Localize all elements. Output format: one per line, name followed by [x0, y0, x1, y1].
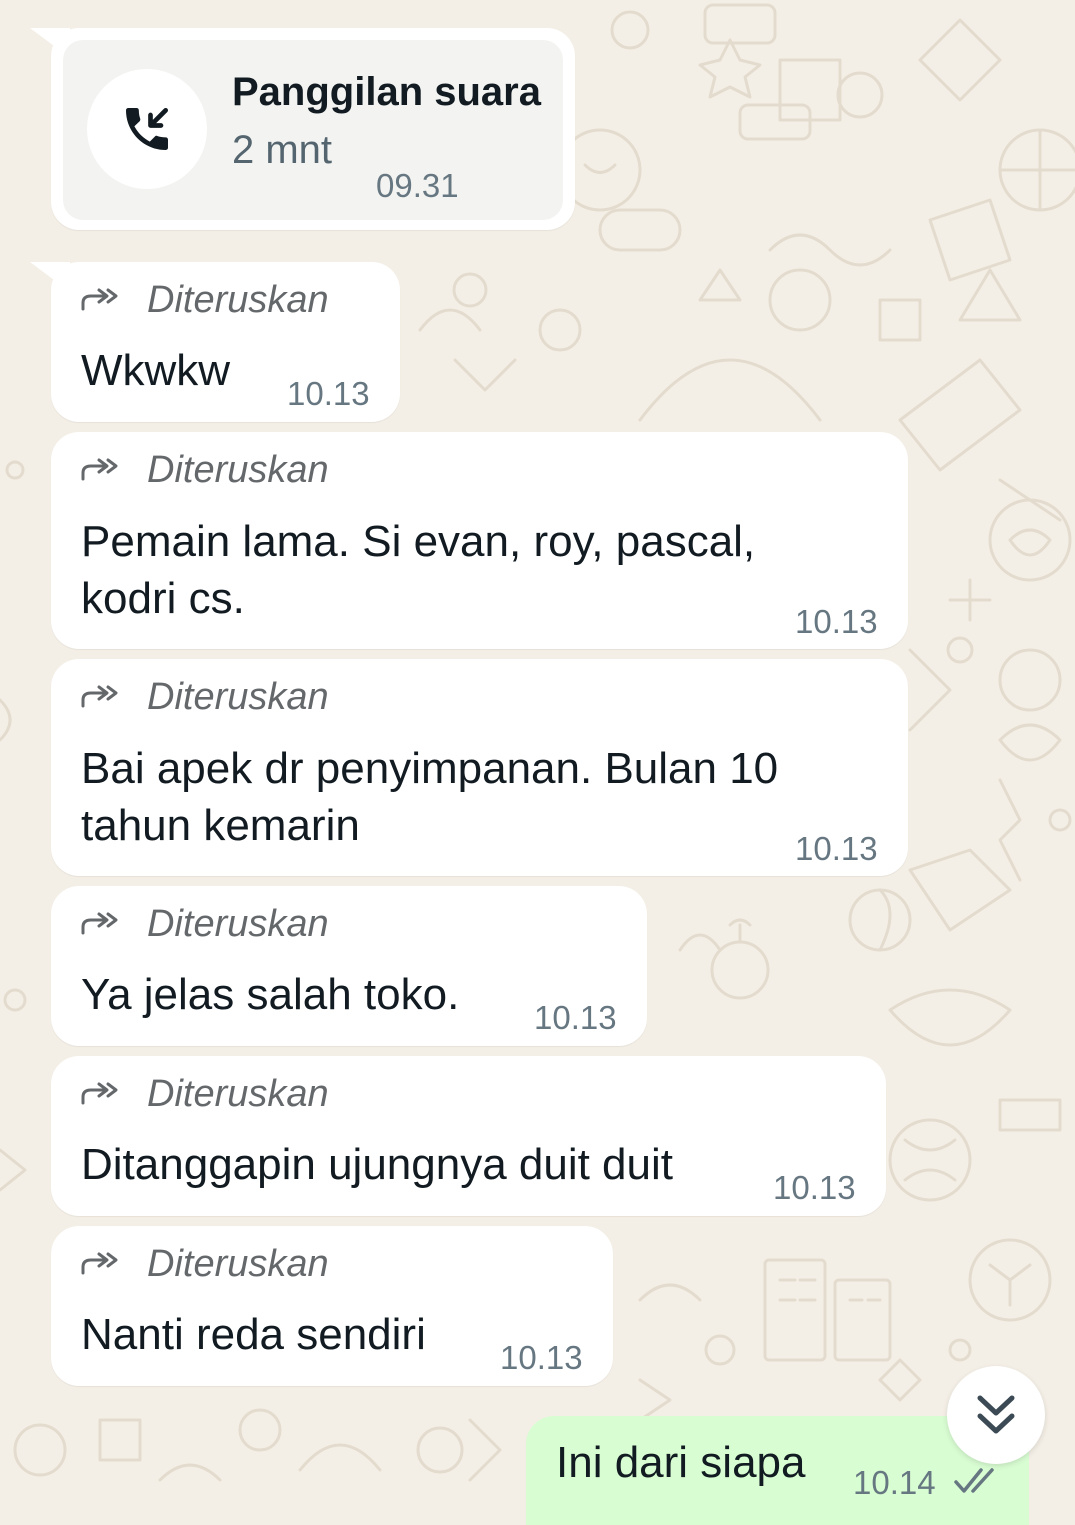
message-line: Ditanggapin ujungnya duit duit — [81, 1140, 674, 1189]
voice-call-bubble[interactable]: Panggilan suara 2 mnt 09.31 — [51, 28, 575, 230]
forwarded-icon — [81, 685, 118, 708]
forwarded-indicator: Diteruskan — [81, 1072, 329, 1116]
message-time: 10.13 — [773, 1169, 856, 1206]
call-card: Panggilan suara 2 mnt 09.31 — [63, 40, 563, 220]
message-line: Bai apek dr penyimpanan. Bulan 10 — [81, 744, 779, 793]
double-chevron-down-icon — [977, 1395, 1015, 1434]
forwarded-label: Diteruskan — [147, 1072, 329, 1115]
message-line: tahun kemarin — [81, 801, 360, 850]
message-time: 10.14 — [853, 1464, 936, 1501]
message-line: Nanti reda sendiri — [81, 1310, 426, 1359]
message-time: 10.13 — [500, 1339, 583, 1376]
call-title: Panggilan suara — [232, 70, 541, 114]
forwarded-label: Diteruskan — [147, 675, 329, 718]
forwarded-indicator: Diteruskan — [81, 278, 329, 322]
message-line: Ya jelas salah toko. — [81, 970, 460, 1019]
message-text: Bai apek dr penyimpanan. Bulan 10 tahun … — [81, 740, 778, 854]
message-line: Pemain lama. Si evan, roy, pascal, — [81, 517, 756, 566]
scroll-to-bottom-button[interactable] — [947, 1366, 1045, 1464]
forwarded-indicator: Diteruskan — [81, 1242, 329, 1286]
incoming-call-icon — [126, 108, 169, 150]
call-icon-circle — [87, 69, 207, 189]
message-bubble[interactable]: Diteruskan Wkwkw 10.13 — [51, 262, 400, 422]
message-bubble[interactable]: Diteruskan Bai apek dr penyimpanan. Bula… — [51, 659, 908, 876]
message-text: Nanti reda sendiri — [81, 1306, 426, 1363]
forwarded-icon — [81, 1252, 118, 1275]
forwarded-label: Diteruskan — [147, 278, 329, 321]
message-text: Ini dari siapa — [556, 1438, 806, 1487]
forwarded-indicator: Diteruskan — [81, 902, 329, 946]
forwarded-icon — [81, 912, 118, 935]
message-text: Ya jelas salah toko. — [81, 966, 459, 1023]
call-duration: 2 mnt — [232, 128, 333, 172]
message-bubble[interactable]: Diteruskan Ditanggapin ujungnya duit dui… — [51, 1056, 886, 1216]
message-text: Wkwkw — [81, 342, 230, 399]
forwarded-label: Diteruskan — [147, 902, 329, 945]
message-bubble[interactable]: Diteruskan Nanti reda sendiri 10.13 — [51, 1226, 613, 1386]
forwarded-indicator: Diteruskan — [81, 448, 329, 492]
forwarded-icon — [81, 458, 118, 481]
message-text: Ditanggapin ujungnya duit duit — [81, 1136, 673, 1193]
message-line: Wkwkw — [81, 346, 231, 395]
call-time: 09.31 — [376, 167, 459, 204]
forwarded-indicator: Diteruskan — [81, 675, 329, 719]
message-time: 10.13 — [795, 603, 878, 640]
forwarded-label: Diteruskan — [147, 448, 329, 491]
forwarded-icon — [81, 1082, 118, 1105]
message-bubble[interactable]: Diteruskan Pemain lama. Si evan, roy, pa… — [51, 432, 908, 649]
forwarded-icon — [81, 288, 118, 311]
message-text: Pemain lama. Si evan, roy, pascal, kodri… — [81, 513, 755, 627]
message-line: kodri cs. — [81, 574, 245, 623]
message-time: 10.13 — [287, 375, 370, 412]
message-bubble[interactable]: Diteruskan Ya jelas salah toko. 10.13 — [51, 886, 647, 1046]
forwarded-label: Diteruskan — [147, 1242, 329, 1285]
message-time: 10.13 — [534, 999, 617, 1036]
double-check-icon — [954, 1468, 994, 1493]
message-time: 10.13 — [795, 830, 878, 867]
